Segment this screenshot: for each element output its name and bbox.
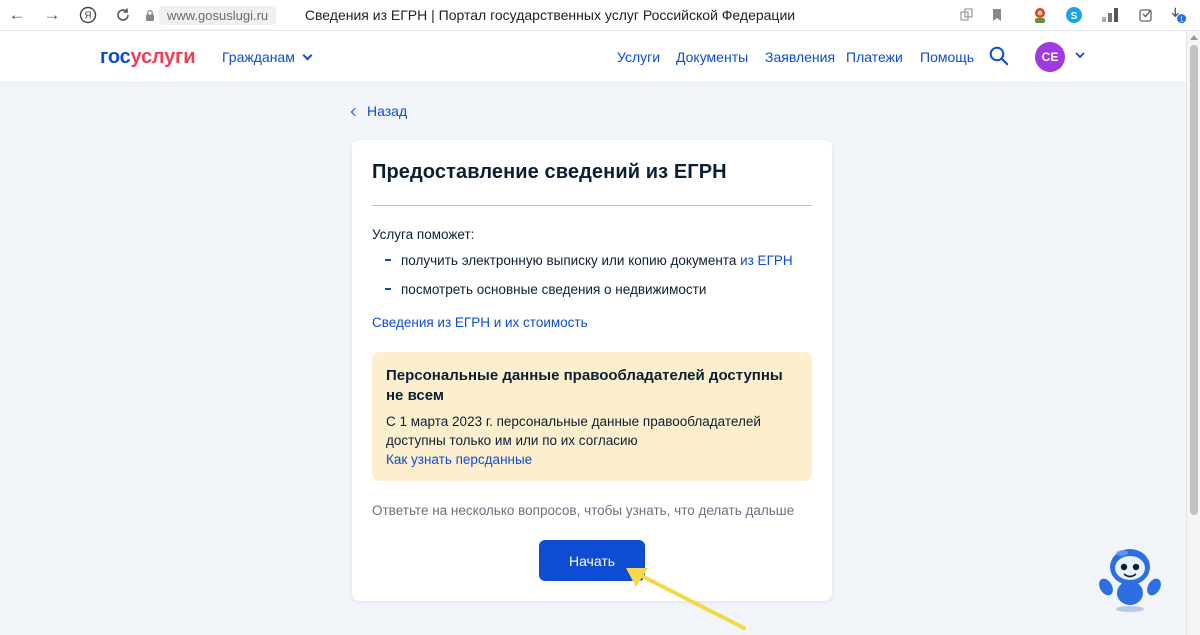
gosuslugi-logo[interactable]: госуслуги	[100, 46, 195, 69]
divider	[372, 205, 812, 206]
site-header: госуслуги Гражданам Услуги Документы Зая…	[0, 31, 1186, 83]
scroll-up-icon[interactable]	[1190, 35, 1198, 40]
personal-data-link[interactable]: Как узнать персданные	[386, 452, 798, 467]
scroll-thumb[interactable]	[1190, 45, 1198, 515]
bookmark-icon[interactable]	[988, 6, 1006, 24]
nav-applications[interactable]: Заявления	[765, 49, 835, 65]
extension-character-icon[interactable]	[1031, 6, 1049, 24]
url-text[interactable]: www.gosuslugi.ru	[159, 5, 277, 25]
svg-text:S: S	[1071, 11, 1078, 22]
chevron-down-icon	[302, 50, 313, 61]
service-card: Предоставление сведений из ЕГРН Услуга п…	[352, 140, 832, 601]
svg-text:1: 1	[1180, 14, 1184, 23]
chevron-down-icon[interactable]	[1075, 51, 1085, 59]
nav-help[interactable]: Помощь	[920, 49, 974, 65]
back-arrow-icon[interactable]: ←	[4, 2, 30, 28]
search-icon[interactable]	[989, 46, 1009, 66]
page-title: Предоставление сведений из ЕГРН	[372, 161, 727, 183]
annotation-arrow-icon	[626, 568, 746, 630]
svg-text:Я: Я	[84, 11, 91, 22]
extension-skype-icon[interactable]: S	[1065, 6, 1083, 24]
list-item: посмотреть основные сведения о недвижимо…	[385, 282, 706, 297]
back-link[interactable]: Назад	[350, 103, 407, 119]
address-bar[interactable]: www.gosuslugi.ru	[145, 5, 277, 25]
notice-title: Персональные данные правообладателей дос…	[386, 367, 783, 404]
reader-mode-icon[interactable]	[958, 6, 976, 24]
nav-documents[interactable]: Документы	[676, 49, 748, 65]
cost-link[interactable]: Сведения из ЕГРН и их стоимость	[372, 315, 588, 330]
citizens-menu[interactable]: Гражданам	[222, 49, 313, 65]
nav-services[interactable]: Услуги	[617, 49, 660, 65]
reload-icon[interactable]	[110, 2, 136, 28]
dash-icon	[385, 288, 391, 290]
nav-payments[interactable]: Платежи	[846, 49, 903, 65]
forward-arrow-icon[interactable]: →	[39, 2, 65, 28]
list-item: получить электронную выписку или копию д…	[385, 253, 793, 268]
extension-stats-icon[interactable]	[1101, 6, 1119, 24]
browser-toolbar: ← → Я www.gosuslugi.ru Сведения из ЕГРН …	[0, 0, 1200, 31]
answer-prompt: Ответьте на несколько вопросов, чтобы уз…	[372, 503, 795, 518]
notice-box: Персональные данные правообладателей дос…	[372, 352, 812, 481]
extension-clip-icon[interactable]	[1137, 6, 1155, 24]
notice-body: С 1 марта 2023 г. персональные данные пр…	[386, 414, 761, 448]
download-icon[interactable]: 1	[1169, 6, 1187, 24]
lock-icon	[146, 9, 154, 21]
helps-intro: Услуга поможет:	[372, 227, 475, 242]
robot-assistant-icon[interactable]	[1094, 543, 1166, 615]
dash-icon	[385, 259, 391, 261]
chevron-left-icon	[350, 107, 360, 117]
avatar[interactable]: СЕ	[1035, 42, 1065, 72]
scrollbar[interactable]	[1186, 31, 1200, 635]
egrn-link[interactable]: из ЕГРН	[740, 253, 793, 268]
yandex-icon[interactable]: Я	[75, 2, 101, 28]
